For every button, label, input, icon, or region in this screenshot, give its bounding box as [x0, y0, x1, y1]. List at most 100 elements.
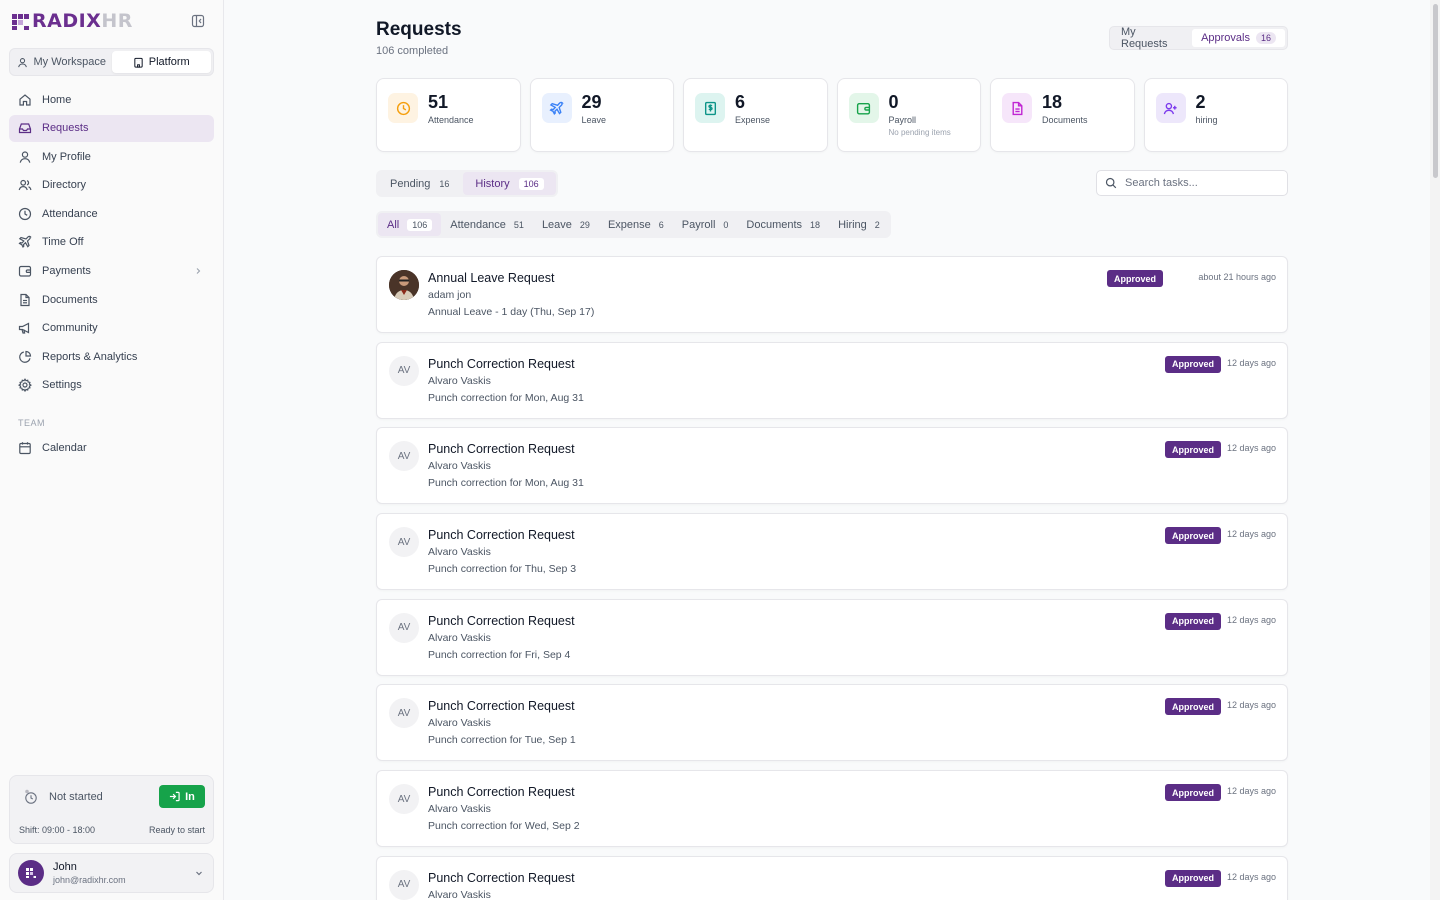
avatar: AV [389, 355, 419, 386]
tab-label: Documents [746, 218, 803, 231]
sidebar-item-label: Home [42, 93, 72, 106]
avatar: AV [389, 784, 419, 815]
sidebar-item-community[interactable]: Community [9, 315, 214, 342]
sidebar-item-calendar[interactable]: Calendar [9, 434, 214, 461]
sidebar-item-home[interactable]: Home [9, 86, 214, 113]
sidebar-item-directory[interactable]: Directory [9, 172, 214, 199]
request-person: Alvaro Vaskis [428, 717, 491, 730]
log-in-icon [170, 791, 180, 802]
request-time: 12 days ago [1226, 614, 1276, 625]
request-person: Alvaro Vaskis [428, 803, 491, 816]
approvals-tab[interactable]: Approvals 16 [1192, 29, 1285, 47]
request-card[interactable]: AV Punch Correction Request Alvaro Vaski… [376, 684, 1288, 762]
tab-documents[interactable]: Documents 18 [737, 213, 829, 236]
radix-logo-icon [12, 14, 29, 30]
sidebar-item-reports[interactable]: Reports & Analytics [9, 343, 214, 370]
tab-count: 106 [518, 177, 544, 190]
clock-in-label: In [185, 790, 195, 803]
stat-card-documents[interactable]: 18 Documents [990, 78, 1135, 152]
stat-card-leave[interactable]: 29 Leave [529, 78, 674, 152]
stat-card-attendance[interactable]: 51 Attendance [376, 78, 521, 152]
sidebar-item-label: Documents [42, 293, 98, 306]
request-person: Alvaro Vaskis [428, 460, 491, 473]
tab-label: Attendance [450, 218, 506, 231]
tab-count: 0 [723, 219, 729, 230]
request-card[interactable]: AV Punch Correction Request Alvaro Vaski… [376, 513, 1288, 591]
user-icon [18, 57, 28, 67]
tab-hiring[interactable]: Hiring 2 [829, 213, 889, 236]
request-title: Punch Correction Request [428, 442, 575, 457]
stat-icon-bg [541, 93, 572, 123]
clock-icon [25, 789, 37, 804]
request-card[interactable]: Annual Leave Request adam jon Annual Lea… [376, 256, 1288, 333]
wallet-icon [856, 102, 871, 115]
tab-history[interactable]: History 106 [463, 172, 556, 195]
tab-count: 106 [407, 218, 433, 231]
clock-in-button[interactable]: In [159, 785, 205, 808]
request-card[interactable]: AV Punch Correction Request Alvaro Vaski… [376, 770, 1288, 848]
tab-count: 2 [874, 219, 880, 230]
avatar [389, 270, 419, 300]
request-card[interactable]: AV Punch Correction Request Alvaro Vaski… [376, 598, 1288, 676]
logo[interactable]: RADIXHR [12, 10, 212, 32]
user-menu[interactable]: John john@radixhr.com [9, 853, 214, 893]
stat-card-hiring[interactable]: 2 hiring [1143, 78, 1288, 152]
tab-expense[interactable]: Expense 6 [599, 213, 673, 236]
file-icon [20, 293, 30, 306]
stat-card-payroll[interactable]: 0 Payroll No pending items [836, 78, 981, 152]
file-icon [1012, 101, 1022, 115]
request-time: 12 days ago [1226, 443, 1276, 454]
status-tabs: Pending 16 History 106 [376, 170, 558, 197]
sidebar-item-label: Settings [42, 379, 82, 392]
clock-in-card: Not started In Shift: 09:00 - 18:00 Read… [9, 775, 214, 844]
request-card[interactable]: AV Punch Correction Request Alvaro Vaski… [376, 855, 1288, 900]
sidebar-collapse-icon[interactable] [191, 14, 205, 28]
request-description: Punch correction for Wed, Sep 2 [428, 820, 580, 833]
tab-payroll[interactable]: Payroll 0 [673, 213, 738, 236]
page-scrollbar[interactable] [1430, 0, 1440, 900]
tab-leave[interactable]: Leave 29 [533, 213, 599, 236]
workspace-toggle: My Workspace Platform [9, 48, 214, 76]
logo-row: RADIXHR [12, 10, 212, 32]
request-card[interactable]: AV Punch Correction Request Alvaro Vaski… [376, 341, 1288, 419]
search-input[interactable] [1125, 177, 1275, 189]
request-description: Punch correction for Mon, Aug 31 [428, 477, 584, 490]
platform-button[interactable]: Platform [111, 51, 211, 73]
sidebar-item-label: Community [42, 322, 98, 335]
tab-label: All [387, 218, 400, 231]
inbox-icon [18, 123, 32, 134]
sidebar-item-my-profile[interactable]: My Profile [9, 143, 214, 170]
sidebar-item-attendance[interactable]: Attendance [9, 200, 214, 227]
sidebar-item-requests[interactable]: Requests [9, 114, 214, 142]
sidebar-item-label: My Profile [42, 150, 91, 163]
sidebar-item-time-off[interactable]: Time Off [9, 229, 214, 256]
stat-card-expense[interactable]: 6 Expense [683, 78, 828, 152]
wallet-icon [18, 265, 32, 277]
request-card[interactable]: AV Punch Correction Request Alvaro Vaski… [376, 427, 1288, 505]
team-nav: Calendar [9, 434, 214, 463]
request-list: Annual Leave Request adam jon Annual Lea… [376, 256, 1288, 900]
tab-label: Hiring [838, 218, 867, 231]
avatar: AV [389, 612, 419, 643]
my-workspace-button[interactable]: My Workspace [12, 51, 112, 73]
request-time: 12 days ago [1226, 871, 1276, 882]
logo-text: RADIXHR [32, 10, 133, 32]
tab-attendance[interactable]: Attendance 51 [441, 213, 533, 236]
calendar-icon [19, 441, 31, 454]
stat-value: 18 [1042, 92, 1063, 112]
request-time: about 21 hours ago [1198, 272, 1276, 282]
scrollbar-thumb[interactable] [1433, 4, 1438, 178]
sidebar-item-payments[interactable]: Payments [9, 258, 214, 285]
sidebar-item-settings[interactable]: Settings [9, 372, 214, 399]
my-requests-tab[interactable]: My Requests [1112, 26, 1190, 50]
stat-icon-bg [695, 93, 725, 123]
clock-status-text: Not started [49, 791, 103, 803]
plane-icon [549, 101, 564, 115]
sidebar-item-documents[interactable]: Documents [9, 286, 214, 313]
request-description: Annual Leave - 1 day (Thu, Sep 17) [428, 306, 595, 318]
tab-all[interactable]: All 106 [378, 213, 442, 236]
tab-pending[interactable]: Pending 16 [378, 172, 461, 195]
chevron-down-icon [196, 871, 202, 876]
main-content: Requests 106 completed My Requests Appro… [224, 0, 1440, 900]
avatar: AV [389, 527, 419, 558]
